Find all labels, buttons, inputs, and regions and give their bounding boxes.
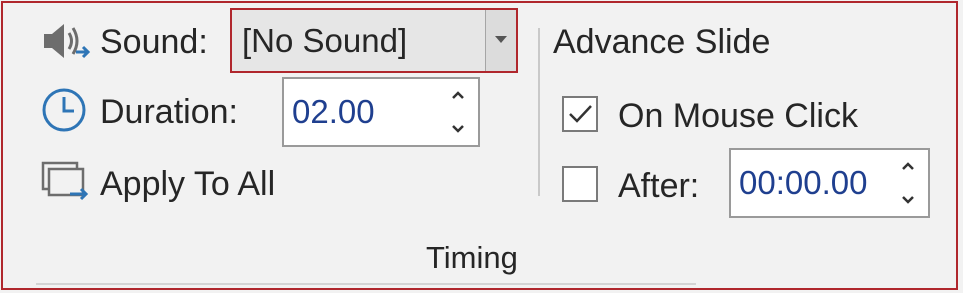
after-time-value: 00:00.00 bbox=[739, 164, 868, 201]
ribbon-bottom-divider bbox=[36, 283, 696, 285]
apply-to-all-button[interactable]: Apply To All bbox=[38, 158, 308, 210]
chevron-down-icon bbox=[902, 196, 914, 204]
after-time-increase-button[interactable] bbox=[896, 156, 920, 176]
after-label: After: bbox=[618, 167, 700, 205]
duration-label: Duration: bbox=[100, 93, 238, 131]
checkmark-icon bbox=[569, 105, 592, 123]
sound-label: Sound: bbox=[100, 23, 208, 61]
sound-dropdown-value: [No Sound] bbox=[242, 21, 408, 59]
speaker-icon bbox=[40, 20, 94, 64]
duration-decrease-button[interactable] bbox=[446, 119, 470, 139]
clock-icon bbox=[40, 86, 90, 136]
sound-dropdown[interactable]: [No Sound] bbox=[230, 8, 518, 73]
on-mouse-click-label: On Mouse Click bbox=[618, 97, 858, 135]
on-mouse-click-checkbox[interactable] bbox=[562, 96, 598, 132]
apply-to-all-label: Apply To All bbox=[100, 165, 276, 203]
apply-to-all-icon bbox=[40, 160, 94, 206]
on-mouse-click-option[interactable]: On Mouse Click bbox=[560, 92, 900, 140]
after-checkbox[interactable] bbox=[562, 166, 598, 202]
duration-increase-button[interactable] bbox=[446, 85, 470, 105]
after-time-spinner[interactable]: 00:00.00 bbox=[729, 148, 930, 218]
duration-value: 02.00 bbox=[292, 93, 375, 130]
advance-slide-heading: Advance Slide bbox=[553, 23, 771, 61]
group-label-timing: Timing bbox=[426, 240, 518, 275]
after-option[interactable]: After: bbox=[560, 162, 720, 210]
duration-spinner[interactable]: 02.00 bbox=[282, 77, 480, 147]
chevron-up-icon bbox=[452, 91, 464, 99]
group-separator bbox=[538, 28, 540, 196]
chevron-up-icon bbox=[902, 162, 914, 170]
chevron-down-icon bbox=[452, 125, 464, 133]
sound-dropdown-button[interactable] bbox=[485, 10, 516, 71]
chevron-down-icon bbox=[495, 36, 507, 43]
after-time-decrease-button[interactable] bbox=[896, 190, 920, 210]
